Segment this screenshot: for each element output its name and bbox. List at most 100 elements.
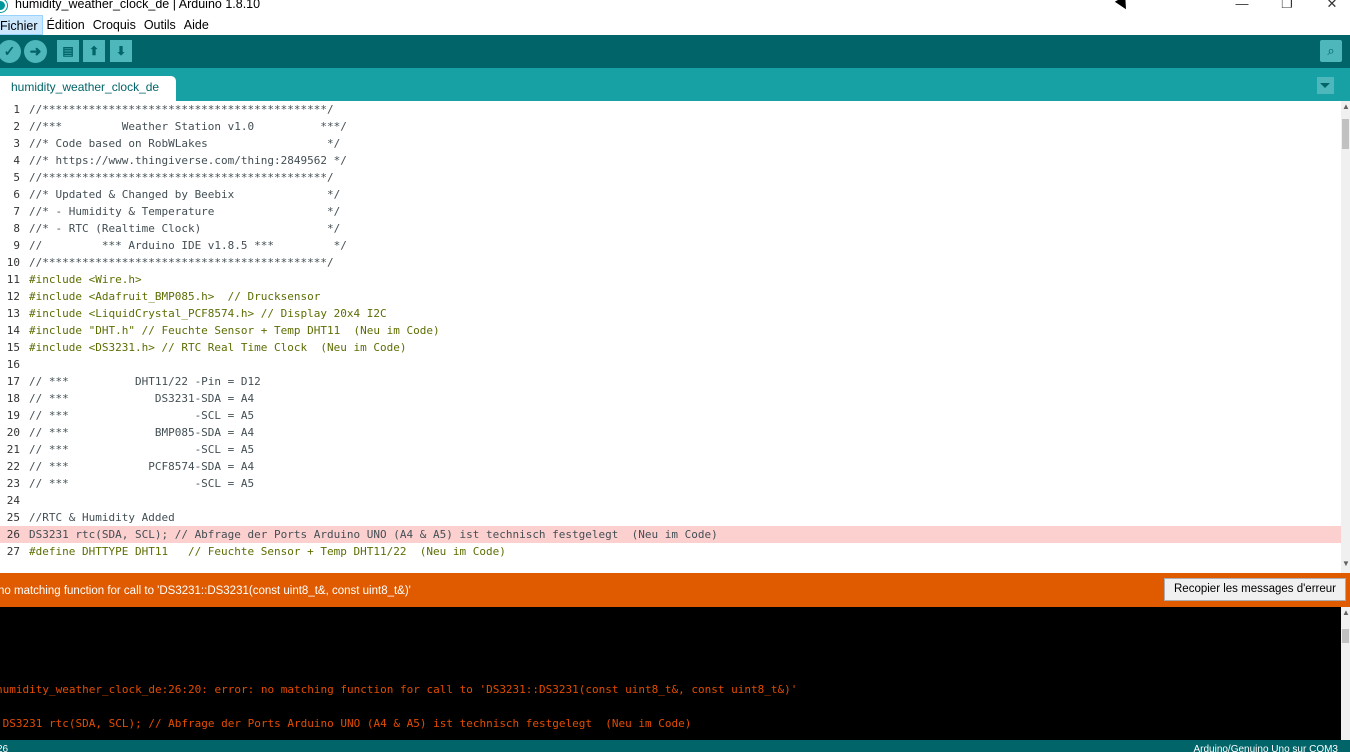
code-line[interactable]: 7 //* - Humidity & Temperature */ bbox=[0, 203, 1341, 220]
code-line[interactable]: 1 //*************************************… bbox=[0, 101, 1341, 118]
tab-menu-chevron-down-icon[interactable] bbox=[1317, 77, 1334, 94]
code-line[interactable]: 21 // *** -SCL = A5 bbox=[0, 441, 1341, 458]
menu-aide[interactable]: Aide bbox=[180, 15, 213, 35]
minimize-button[interactable]: — bbox=[1219, 0, 1265, 14]
console-line: humidity_weather_clock_de:26:20: error: … bbox=[0, 683, 798, 696]
code-line[interactable]: 9 // *** Arduino IDE v1.8.5 *** */ bbox=[0, 237, 1341, 254]
code-lines[interactable]: 1 //*************************************… bbox=[0, 101, 1341, 560]
editor-scroll-thumb[interactable] bbox=[1342, 119, 1349, 149]
code-text: //**************************************… bbox=[29, 103, 334, 116]
code-line[interactable]: 12 #include <Adafruit_BMP085.h> // Drucks… bbox=[0, 288, 1341, 305]
code-text: //* Code based on RobWLakes */ bbox=[29, 137, 341, 150]
code-text: DS3231 rtc(SDA, SCL); // Abfrage der Por… bbox=[29, 528, 718, 541]
code-text: #include <LiquidCrystal_PCF8574.h> // Di… bbox=[29, 307, 387, 320]
code-text: // *** DHT11/22 -Pin = D12 bbox=[29, 375, 261, 388]
code-line[interactable]: 8 //* - RTC (Realtime Clock) */ bbox=[0, 220, 1341, 237]
line-number: 6 bbox=[13, 188, 20, 201]
line-number: 16 bbox=[6, 358, 20, 371]
code-editor[interactable]: 1 //*************************************… bbox=[0, 101, 1350, 573]
code-line[interactable]: 25 //RTC & Humidity Added bbox=[0, 509, 1341, 526]
line-number: 23 bbox=[6, 477, 20, 490]
line-number: 20 bbox=[6, 426, 20, 439]
code-line[interactable]: 14 #include "DHT.h" // Feuchte Sensor + T… bbox=[0, 322, 1341, 339]
code-line[interactable]: 5 //*************************************… bbox=[0, 169, 1341, 186]
code-text: // *** DS3231-SDA = A4 bbox=[29, 392, 255, 405]
code-text: //**************************************… bbox=[29, 256, 334, 269]
maximize-button[interactable]: ❐ bbox=[1264, 0, 1310, 14]
bottom-status-bar: 26 Arduino/Genuino Uno sur COM3 bbox=[0, 740, 1350, 752]
code-text: #include "DHT.h" // Feuchte Sensor + Tem… bbox=[29, 324, 440, 337]
line-number: 9 bbox=[13, 239, 20, 252]
code-line[interactable]: 22 // *** PCF8574-SDA = A4 bbox=[0, 458, 1341, 475]
code-line[interactable]: 6 //* Updated & Changed by Beebix */ bbox=[0, 186, 1341, 203]
menu-outils[interactable]: Outils bbox=[140, 15, 180, 35]
code-line[interactable]: 3 //* Code based on RobWLakes */ bbox=[0, 135, 1341, 152]
line-number: 24 bbox=[6, 494, 20, 507]
save-sketch-icon[interactable]: ⬇ bbox=[110, 40, 132, 62]
code-line[interactable]: 4 //* https://www.thingiverse.com/thing:2… bbox=[0, 152, 1341, 169]
scroll-up-icon[interactable]: ▲ bbox=[1342, 103, 1350, 111]
code-line[interactable]: 10 //************************************… bbox=[0, 254, 1341, 271]
line-number: 1 bbox=[13, 103, 20, 116]
code-line[interactable]: 24 bbox=[0, 492, 1341, 509]
line-number: 10 bbox=[6, 256, 20, 269]
code-line[interactable]: 2 //*** Weather Station v1.0 ***/ bbox=[0, 118, 1341, 135]
code-line[interactable]: 18 // *** DS3231-SDA = A4 bbox=[0, 390, 1341, 407]
line-number: 13 bbox=[6, 307, 20, 320]
console-scrollbar[interactable]: ▲ bbox=[1341, 607, 1350, 740]
code-line[interactable]: 19 // *** -SCL = A5 bbox=[0, 407, 1341, 424]
code-text: //**************************************… bbox=[29, 171, 334, 184]
code-line[interactable]: 27 #define DHTTYPE DHT11 // Feuchte Senso… bbox=[0, 543, 1341, 560]
console-scroll-thumb[interactable] bbox=[1342, 629, 1349, 643]
code-line[interactable]: 17 // *** DHT11/22 -Pin = D12 bbox=[0, 373, 1341, 390]
scroll-down-icon[interactable]: ▼ bbox=[1342, 560, 1350, 568]
open-sketch-icon[interactable]: ⬆ bbox=[83, 40, 105, 62]
line-number: 8 bbox=[13, 222, 20, 235]
code-text: // *** Arduino IDE v1.8.5 *** */ bbox=[29, 239, 347, 252]
line-number: 21 bbox=[6, 443, 20, 456]
close-button[interactable]: ✕ bbox=[1309, 0, 1350, 14]
code-line-error[interactable]: 26 DS3231 rtc(SDA, SCL); // Abfrage der P… bbox=[0, 526, 1341, 543]
code-line[interactable]: 11 #include <Wire.h> bbox=[0, 271, 1341, 288]
line-number: 12 bbox=[6, 290, 20, 303]
code-text: // *** BMP085-SDA = A4 bbox=[29, 426, 255, 439]
console-output[interactable]: humidity_weather_clock_de:26:20: error: … bbox=[0, 607, 1350, 740]
tab-sketch[interactable]: humidity_weather_clock_de bbox=[0, 76, 176, 101]
line-number: 14 bbox=[6, 324, 20, 337]
code-line[interactable]: 15 #include <DS3231.h> // RTC Real Time C… bbox=[0, 339, 1341, 356]
code-text: //* https://www.thingiverse.com/thing:28… bbox=[29, 154, 347, 167]
arduino-logo-icon bbox=[0, 0, 7, 12]
line-number: 18 bbox=[6, 392, 20, 405]
code-line[interactable]: 16 bbox=[0, 356, 1341, 373]
code-text: // *** PCF8574-SDA = A4 bbox=[29, 460, 255, 473]
menu-edition[interactable]: Édition bbox=[43, 15, 89, 35]
code-text: // *** -SCL = A5 bbox=[29, 443, 255, 456]
serial-monitor-icon[interactable]: ⌕ bbox=[1320, 40, 1342, 62]
editor-scrollbar[interactable]: ▲ ▼ bbox=[1341, 101, 1350, 573]
window-title: humidity_weather_clock_de | Arduino 1.8.… bbox=[15, 0, 261, 11]
code-text: // *** -SCL = A5 bbox=[29, 409, 255, 422]
code-text: // *** -SCL = A5 bbox=[29, 477, 255, 490]
line-number: 27 bbox=[6, 545, 20, 558]
code-line[interactable]: 20 // *** BMP085-SDA = A4 bbox=[0, 424, 1341, 441]
upload-icon[interactable]: ➜ bbox=[24, 40, 47, 63]
board-port-info: Arduino/Genuino Uno sur COM3 bbox=[1193, 744, 1338, 752]
line-number: 11 bbox=[6, 273, 20, 286]
menu-bar: Fichier Édition Croquis Outils Aide bbox=[0, 14, 1350, 35]
verify-icon[interactable]: ✓ bbox=[0, 40, 21, 63]
code-text: //* - Humidity & Temperature */ bbox=[29, 205, 341, 218]
code-line[interactable]: 13 #include <LiquidCrystal_PCF8574.h> // … bbox=[0, 305, 1341, 322]
menu-croquis[interactable]: Croquis bbox=[89, 15, 140, 35]
console-scroll-up-icon[interactable]: ▲ bbox=[1342, 609, 1350, 617]
menu-fichier[interactable]: Fichier bbox=[0, 14, 43, 35]
line-number: 26 bbox=[6, 528, 20, 541]
code-text: //* Updated & Changed by Beebix */ bbox=[29, 188, 341, 201]
new-sketch-icon[interactable]: ▤ bbox=[57, 40, 79, 62]
console-line: DS3231 rtc(SDA, SCL); // Abfrage der Por… bbox=[0, 717, 692, 730]
code-line[interactable]: 23 // *** -SCL = A5 bbox=[0, 475, 1341, 492]
line-number: 19 bbox=[6, 409, 20, 422]
error-status-bar: no matching function for call to 'DS3231… bbox=[0, 573, 1350, 607]
code-text: #define DHTTYPE DHT11 // Feuchte Sensor … bbox=[29, 545, 506, 558]
copy-error-messages-button[interactable]: Recopier les messages d'erreur bbox=[1164, 578, 1346, 601]
line-number: 15 bbox=[6, 341, 20, 354]
